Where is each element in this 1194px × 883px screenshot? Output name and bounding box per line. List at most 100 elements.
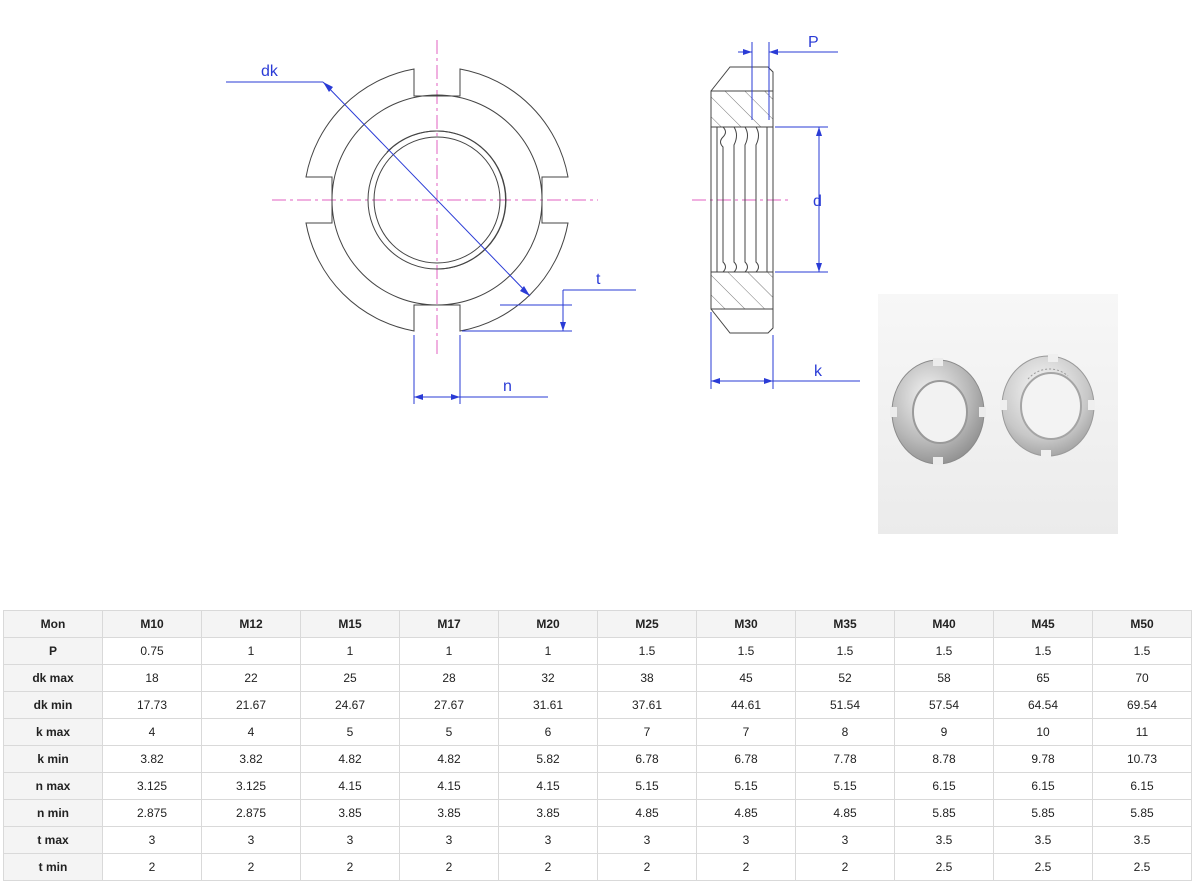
table-cell: 57.54: [894, 691, 994, 719]
table-cell: 2.875: [102, 799, 202, 827]
p-arrow-left: [743, 49, 752, 55]
table-cell: 4: [102, 718, 202, 746]
table-cell: 3: [696, 826, 796, 854]
table-cell: 44.61: [696, 691, 796, 719]
table-cell: 4.85: [597, 799, 697, 827]
table-header-cell: M30: [696, 610, 796, 638]
table-cell: 5.85: [894, 799, 994, 827]
table-cell: 7: [696, 718, 796, 746]
table-header-cell: M45: [993, 610, 1093, 638]
table-cell: 1: [300, 637, 400, 665]
table-header-cell: M40: [894, 610, 994, 638]
table-cell: 45: [696, 664, 796, 692]
table-header-cell: M17: [399, 610, 499, 638]
table-cell: 25: [300, 664, 400, 692]
table-row-label: n min: [3, 799, 103, 827]
table-cell: 3: [399, 826, 499, 854]
table-header-cell: M35: [795, 610, 895, 638]
table-cell: 3.5: [1092, 826, 1192, 854]
table-cell: 6.78: [597, 745, 697, 773]
table-header-row: Mon M10 M12 M15 M17 M20 M25 M30 M35 M40 M45 M50: [3, 610, 1192, 638]
table-cell: 10.73: [1092, 745, 1192, 773]
t-arrow: [560, 322, 566, 331]
table-cell: 1.5: [894, 637, 994, 665]
table-row-label: k min: [3, 745, 103, 773]
table-cell: 1.5: [993, 637, 1093, 665]
table-cell: 4: [201, 718, 301, 746]
table-cell: 2.875: [201, 799, 301, 827]
table-cell: 4.15: [300, 772, 400, 800]
table-cell: 22: [201, 664, 301, 692]
table-row-label: dk max: [3, 664, 103, 692]
table-header-cell: M25: [597, 610, 697, 638]
table-cell: 64.54: [993, 691, 1093, 719]
table-cell: 3.125: [201, 772, 301, 800]
p-arrow-right: [769, 49, 778, 55]
table-cell: 51.54: [795, 691, 895, 719]
table-row: k max 4 4 5 5 6 7 7 8 9 10 11: [3, 718, 1192, 746]
table-cell: 0.75: [102, 637, 202, 665]
table-cell: 5.15: [696, 772, 796, 800]
table-cell: 3.5: [894, 826, 994, 854]
table-cell: 9.78: [993, 745, 1093, 773]
table-cell: 4.15: [399, 772, 499, 800]
table-cell: 69.54: [1092, 691, 1192, 719]
product-photo: [878, 294, 1118, 534]
table-cell: 6: [498, 718, 598, 746]
table-cell: 4.82: [300, 745, 400, 773]
d-arrow-bottom: [816, 263, 822, 272]
table-cell: 52: [795, 664, 895, 692]
table-cell: 70: [1092, 664, 1192, 692]
n-arrow-right: [451, 394, 460, 400]
table-cell: 2: [696, 853, 796, 881]
table-cell: 1.5: [795, 637, 895, 665]
table-cell: 17.73: [102, 691, 202, 719]
table-cell: 32: [498, 664, 598, 692]
table-cell: 2.5: [1092, 853, 1192, 881]
table-cell: 6.78: [696, 745, 796, 773]
table-cell: 4.82: [399, 745, 499, 773]
table-cell: 38: [597, 664, 697, 692]
table-cell: 3.82: [201, 745, 301, 773]
k-arrow-right: [764, 378, 773, 384]
table-cell: 5.85: [993, 799, 1093, 827]
table-cell: 2: [498, 853, 598, 881]
table-row: n min 2.875 2.875 3.85 3.85 3.85 4.85 4.85 4.85 5…: [3, 799, 1192, 827]
table-cell: 2: [597, 853, 697, 881]
table-cell: 3.125: [102, 772, 202, 800]
table-cell: 6.15: [993, 772, 1093, 800]
table-cell: 5: [399, 718, 499, 746]
table-cell: 24.67: [300, 691, 400, 719]
table-cell: 3.5: [993, 826, 1093, 854]
table-cell: 3: [201, 826, 301, 854]
technical-drawing: dk t n P d k: [226, 34, 860, 404]
table-cell: 3: [795, 826, 895, 854]
table-cell: 2: [300, 853, 400, 881]
table-cell: 3.85: [498, 799, 598, 827]
lower-hatched-section: [710, 271, 774, 310]
table-row-label: k max: [3, 718, 103, 746]
table-row-label: P: [3, 637, 103, 665]
table-cell: 3.82: [102, 745, 202, 773]
table-header-cell: M50: [1092, 610, 1192, 638]
table-header-cell: M12: [201, 610, 301, 638]
table-cell: 6.15: [1092, 772, 1192, 800]
table-row: n max 3.125 3.125 4.15 4.15 4.15 5.15 5.15 5.15 6…: [3, 772, 1192, 800]
d-arrow-top: [816, 127, 822, 136]
n-arrow-left: [414, 394, 423, 400]
t-label: t: [596, 271, 601, 288]
table-row: P 0.75 1 1 1 1 1.5 1.5 1.5 1.5 1.5 1.5: [3, 637, 1192, 665]
table-cell: 8: [795, 718, 895, 746]
table-cell: 5.82: [498, 745, 598, 773]
table-row-label: n max: [3, 772, 103, 800]
k-arrow-left: [711, 378, 720, 384]
table-header-cell: M15: [300, 610, 400, 638]
table-cell: 3: [300, 826, 400, 854]
table-row-label: t min: [3, 853, 103, 881]
table-cell: 27.67: [399, 691, 499, 719]
table-cell: 3: [102, 826, 202, 854]
table-cell: 5.15: [795, 772, 895, 800]
table-cell: 7: [597, 718, 697, 746]
table-cell: 3: [597, 826, 697, 854]
table-cell: 2.5: [993, 853, 1093, 881]
